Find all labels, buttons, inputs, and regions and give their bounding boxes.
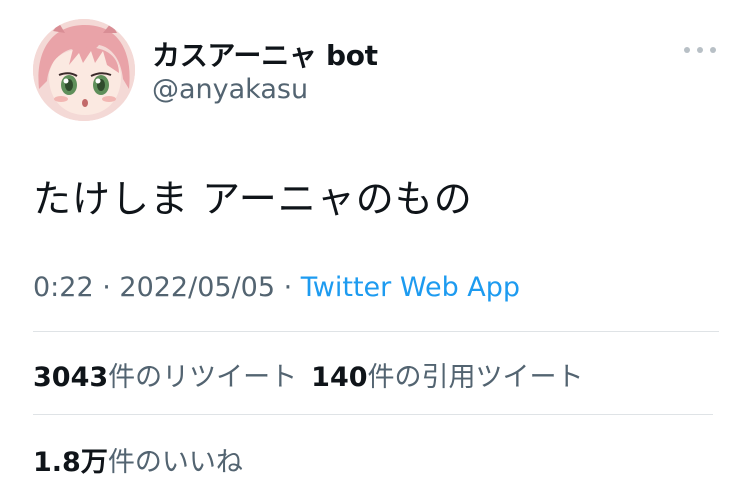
likes-stats-row: 1.8万件のいいね <box>33 440 243 479</box>
quotes-label: 件の引用ツイート <box>367 362 584 393</box>
retweets-count: 3043 <box>33 362 109 393</box>
tweet-time[interactable]: 0:22 <box>33 272 94 303</box>
retweets-label: 件のリツイート <box>108 362 298 393</box>
tweet-meta: 0:22 · 2022/05/05 · Twitter Web App <box>33 272 520 303</box>
user-handle[interactable]: @anyakasu <box>152 74 308 105</box>
divider <box>33 414 713 415</box>
more-dots-icon[interactable] <box>680 38 720 62</box>
retweet-stats-row: 3043件のリツイート 140件の引用ツイート <box>33 355 584 394</box>
divider <box>33 331 719 332</box>
tweet-text: たけしま アーニャのもの <box>33 177 473 221</box>
quotes-count: 140 <box>311 362 368 393</box>
avatar[interactable] <box>33 19 135 121</box>
anime-girl-avatar-icon <box>33 19 135 121</box>
meta-separator: · <box>275 272 301 303</box>
likes-label: 件のいいね <box>107 447 243 478</box>
display-name[interactable]: カスアーニャ bot <box>152 34 378 74</box>
tweet-detail: カスアーニャ bot @anyakasu たけしま アーニャのもの 0:22 ·… <box>0 0 750 488</box>
meta-separator: · <box>93 272 120 303</box>
retweets-link[interactable]: 3043件のリツイート <box>33 362 297 393</box>
tweet-date[interactable]: 2022/05/05 <box>119 272 275 303</box>
tweet-source-link[interactable]: Twitter Web App <box>301 272 520 303</box>
likes-count: 1.8万 <box>33 447 108 478</box>
likes-link[interactable]: 1.8万件のいいね <box>33 447 243 478</box>
quotes-link[interactable]: 140件の引用ツイート <box>311 362 583 393</box>
